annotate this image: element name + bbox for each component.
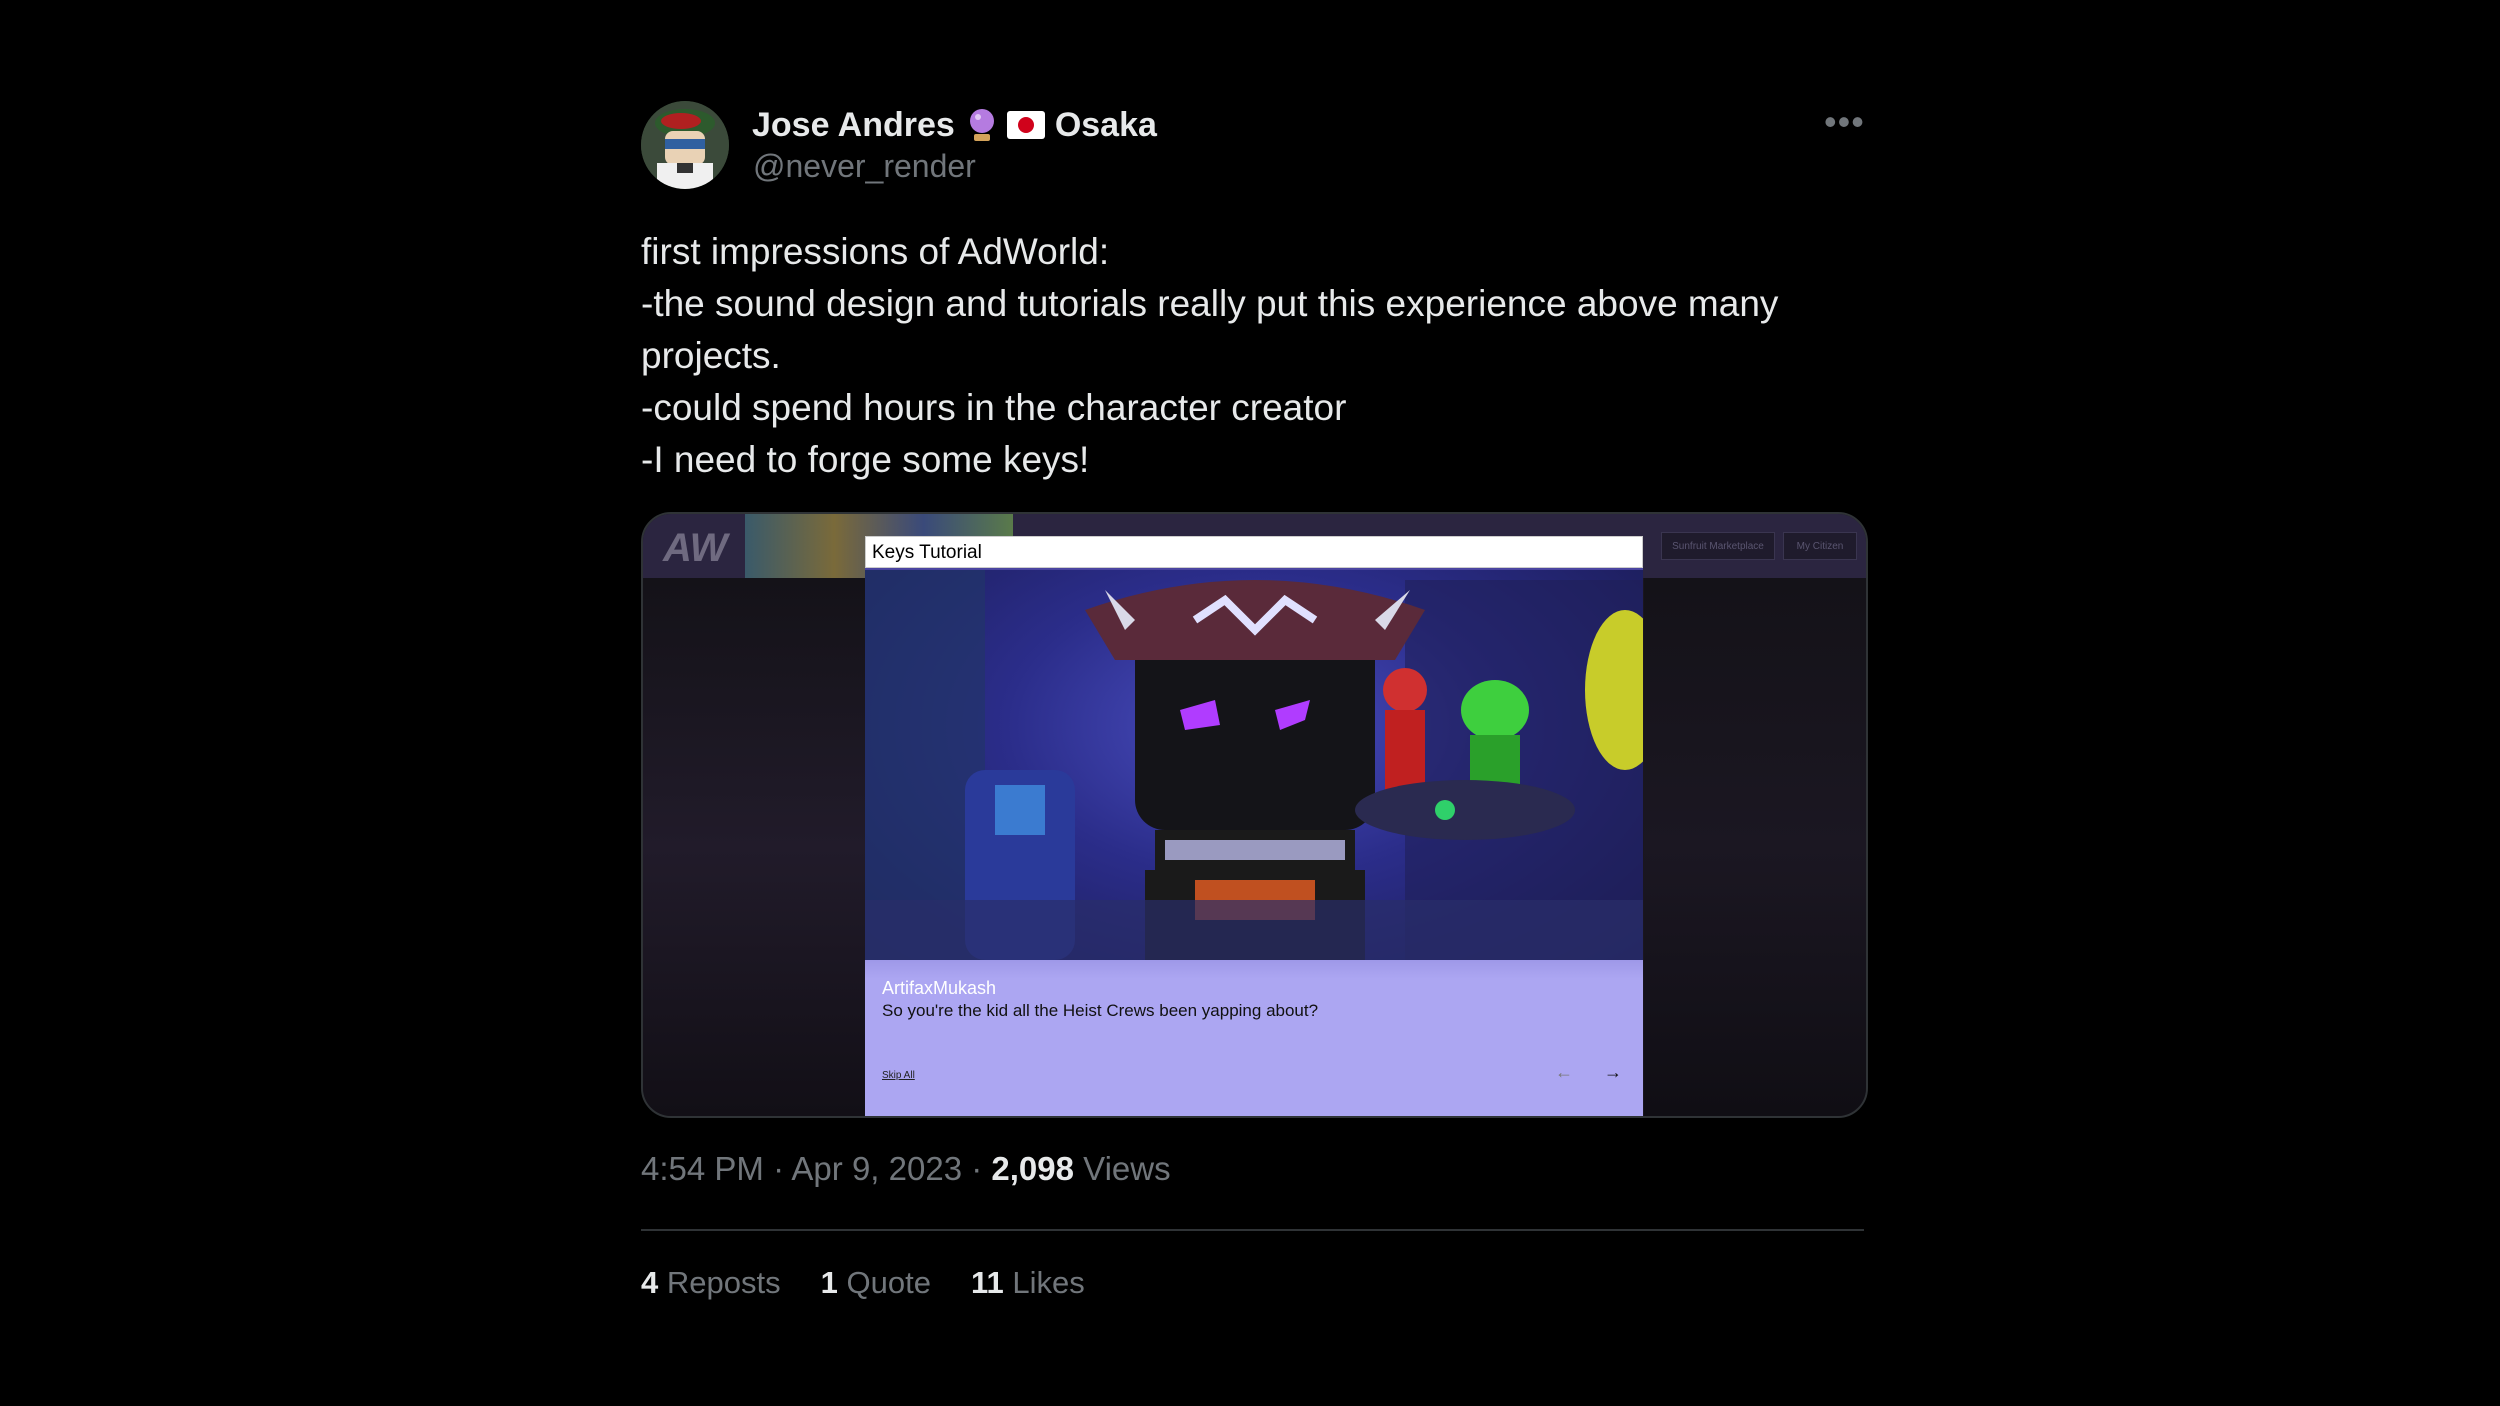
crystal-ball-icon xyxy=(967,107,997,143)
more-dots-icon[interactable]: ••• xyxy=(1824,104,1865,140)
likes-stat[interactable]: 11 Likes xyxy=(971,1265,1085,1301)
dialog-line: So you're the kid all the Heist Crews be… xyxy=(882,1001,1319,1020)
tweet-line: first impressions of AdWorld: xyxy=(641,231,1110,272)
japan-flag-icon xyxy=(1006,111,1045,139)
author-name-row[interactable]: Jose Andres Osaka xyxy=(752,102,1157,148)
author-location: Osaka xyxy=(1054,105,1157,144)
views-label: Views xyxy=(1083,1150,1171,1187)
quote-label: Quote xyxy=(846,1265,931,1300)
game-background-right xyxy=(1644,578,1866,1116)
separator: · xyxy=(773,1150,792,1187)
likes-count: 11 xyxy=(970,1265,1004,1300)
game-background-left xyxy=(643,578,865,1116)
tutorial-modal: Keys Tutorial ArtifaxMukash So you're th… xyxy=(865,536,1643,1116)
dialog-box: ArtifaxMukash So you're the kid all the … xyxy=(865,960,1643,1116)
tweet-card: Jose Andres Osaka @never_render ••• firs… xyxy=(612,50,1902,1335)
tweet-line: -I need to forge some keys! xyxy=(641,439,1090,480)
tweet-line: -could spend hours in the character crea… xyxy=(641,387,1347,428)
tweet-date[interactable]: Apr 9, 2023 xyxy=(791,1150,962,1187)
modal-title: Keys Tutorial xyxy=(865,536,1643,568)
game-logo: AW xyxy=(663,526,728,570)
tweet-text: first impressions of AdWorld: -the sound… xyxy=(641,226,1881,486)
avatar[interactable] xyxy=(641,101,729,189)
quote-count: 1 xyxy=(820,1265,838,1300)
quote-stat[interactable]: 1 Quote xyxy=(821,1265,931,1301)
tweet-meta: 4:54 PM · Apr 9, 2023 · 2,098 Views xyxy=(641,1150,1171,1188)
views-count: 2,098 xyxy=(991,1150,1074,1187)
marketplace-button[interactable]: Sunfruit Marketplace xyxy=(1661,532,1775,560)
prev-arrow-icon[interactable]: ← xyxy=(1555,1062,1573,1083)
likes-label: Likes xyxy=(1012,1265,1085,1300)
author-name[interactable]: Jose Andres xyxy=(752,106,955,145)
tweet-line: -the sound design and tutorials really p… xyxy=(641,283,1779,324)
separator: · xyxy=(971,1150,992,1187)
reposts-stat[interactable]: 4 Reposts xyxy=(641,1265,781,1301)
divider xyxy=(641,1229,1864,1231)
speaker-name: ArtifaxMukash xyxy=(882,978,997,998)
reposts-label: Reposts xyxy=(666,1265,781,1300)
skip-all-link[interactable]: Skip All xyxy=(882,1070,915,1081)
reposts-count: 4 xyxy=(641,1265,659,1300)
my-citizen-button[interactable]: My Citizen xyxy=(1783,532,1857,560)
author-handle[interactable]: @never_render xyxy=(753,148,976,185)
next-arrow-icon[interactable]: → xyxy=(1604,1062,1622,1083)
tweet-line: projects. xyxy=(641,335,781,376)
tweet-time[interactable]: 4:54 PM xyxy=(641,1150,764,1187)
game-scene xyxy=(865,570,1643,960)
engagement-stats: 4 Reposts 1 Quote 11 Likes xyxy=(641,1265,1085,1301)
media-screenshot[interactable]: AW Sunfruit Marketplace My Citizen Keys … xyxy=(641,512,1868,1118)
